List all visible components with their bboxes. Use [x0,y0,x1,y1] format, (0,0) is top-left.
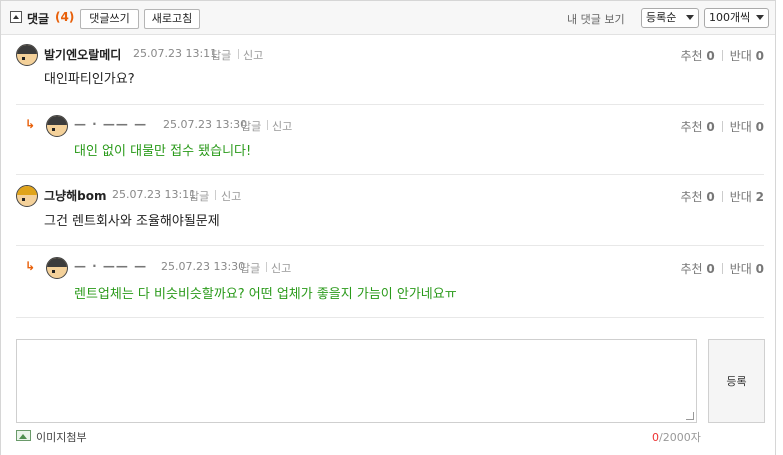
comment-text: 그건 렌트회사와 조율해야될문제 [44,214,220,229]
downvote-button[interactable]: 반대 0 [730,49,764,63]
comment-text: 대인 없이 대물만 접수 됐습니다! [74,144,252,159]
comment-text: 렌트업체는 다 비슷비슷할까요? 어떤 업체가 좋을지 가늠이 안가네요ㅠ [74,287,457,302]
report-link[interactable]: 신고 [271,260,291,276]
sort-select-value: 등록순 [646,11,677,24]
comment-nickname[interactable]: 발기엔오랄메디 [44,46,121,63]
upvote-count: 0 [706,120,715,134]
divider [215,190,216,200]
per-page-select[interactable]: 100개씩 [704,8,769,28]
upvote-label: 추천 [680,49,703,63]
comment-date: 25.07.23 13:11 [133,47,218,60]
comment-count: (4) [55,10,75,24]
downvote-count: 0 [755,49,764,63]
report-link[interactable]: 신고 [272,118,292,134]
write-comment-button[interactable]: 댓글쓰기 [80,9,139,29]
divider [721,50,723,61]
divider [267,120,268,130]
reply-arrow-icon: ↳ [25,259,36,273]
collapse-toggle-icon[interactable] [10,11,22,23]
downvote-label: 반대 [729,190,752,204]
upvote-count: 0 [706,190,715,204]
char-counter: 0/2000자 [652,429,701,445]
divider [721,121,723,132]
comment-nickname[interactable]: 그냥해bom [44,187,106,204]
upvote-count: 0 [706,262,715,276]
comment-title: 댓글 [27,12,50,26]
upvote-label: 추천 [680,190,703,204]
downvote-count: 2 [755,190,764,204]
downvote-button[interactable]: 반대 0 [730,120,764,134]
submit-button[interactable]: 등록 [708,339,765,423]
upvote-button[interactable]: 추천 0 [680,120,714,134]
downvote-button[interactable]: 반대 0 [730,262,764,276]
divider [266,262,267,272]
vote-box: 추천 0 반대 0 [680,260,764,277]
sort-select[interactable]: 등록순 [641,8,699,28]
comment-item: 그냥해bom 25.07.23 13:11 답글 신고 그건 렌트회사와 조율해… [16,176,764,246]
downvote-count: 0 [755,120,764,134]
refresh-button[interactable]: 새로고침 [144,9,200,29]
reply-item: ↳ — · —— — 25.07.23 13:30 답글 신고 렌트업체는 다 … [16,247,764,318]
comment-textarea[interactable] [16,339,697,423]
avatar[interactable] [46,257,68,279]
comment-date: 25.07.23 13:11 [112,188,197,201]
report-link[interactable]: 신고 [221,188,241,204]
divider [721,191,723,202]
upvote-button[interactable]: 추천 0 [680,262,714,276]
comment-text: 대인파티인가요? [44,72,135,87]
reply-arrow-icon: ↳ [25,117,36,131]
vote-box: 추천 0 반대 0 [680,118,764,135]
report-link[interactable]: 신고 [243,47,263,63]
upvote-label: 추천 [680,120,703,134]
reply-link[interactable]: 답글 [189,188,209,204]
reply-link[interactable]: 답글 [241,118,261,134]
resize-handle-icon[interactable] [686,412,694,420]
my-comments-link[interactable]: 내 댓글 보기 [567,11,625,27]
char-max: /2000자 [659,431,701,444]
upvote-label: 추천 [680,262,703,276]
comment-nickname[interactable]: — · —— — [74,259,147,273]
vote-box: 추천 0 반대 0 [680,47,764,64]
avatar[interactable] [16,185,38,207]
char-current: 0 [652,431,659,444]
downvote-label: 반대 [729,262,752,276]
upvote-button[interactable]: 추천 0 [680,49,714,63]
upvote-count: 0 [706,49,715,63]
comment-date: 25.07.23 13:30 [163,118,248,131]
comment-nickname[interactable]: — · —— — [74,117,147,131]
downvote-label: 반대 [729,120,752,134]
downvote-label: 반대 [729,49,752,63]
chevron-down-icon [756,15,764,20]
avatar[interactable] [46,115,68,137]
avatar[interactable] [16,44,38,66]
chevron-down-icon [686,15,694,20]
reply-link[interactable]: 답글 [211,47,231,63]
comment-item: 발기엔오랄메디 25.07.23 13:11 답글 신고 대인파티인가요? 추천… [16,35,764,105]
downvote-button[interactable]: 반대 2 [730,190,764,204]
divider [238,49,239,59]
comment-date: 25.07.23 13:30 [161,260,246,273]
divider [721,263,723,274]
vote-box: 추천 0 반대 2 [680,188,764,205]
comment-header-bar: 댓글 (4) 댓글쓰기 새로고침 내 댓글 보기 등록순 100개씩 [1,1,775,35]
per-page-select-value: 100개씩 [709,11,751,24]
downvote-count: 0 [755,262,764,276]
upvote-button[interactable]: 추천 0 [680,190,714,204]
image-icon [16,430,31,441]
reply-link[interactable]: 답글 [240,260,260,276]
image-attach-label: 이미지첨부 [36,431,87,444]
reply-item: ↳ — · —— — 25.07.23 13:30 답글 신고 대인 없이 대물… [16,105,764,175]
comment-section: 댓글 (4) 댓글쓰기 새로고침 내 댓글 보기 등록순 100개씩 발기엔오랄… [0,0,776,455]
